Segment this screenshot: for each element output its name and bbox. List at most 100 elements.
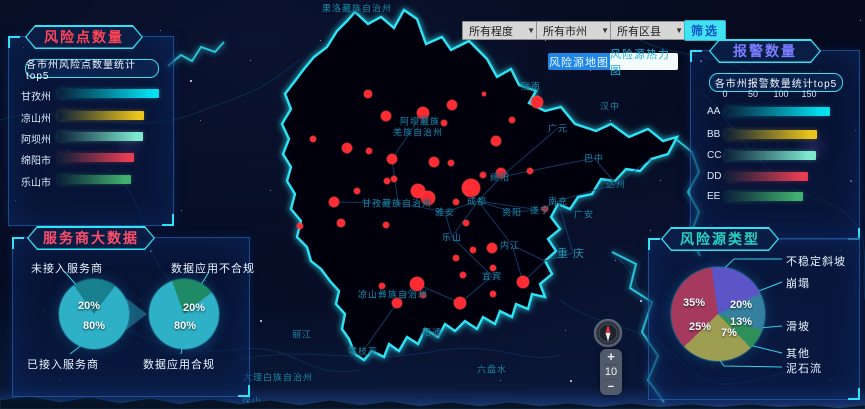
select-severity-value: 所有程度: [469, 23, 513, 39]
chevron-down-icon: ▼: [675, 26, 683, 35]
panel-alarms: 报警数量 各市州报警数量统计top5 AABBCCDDEE050100150: [690, 50, 860, 240]
panel-title: 报警数量: [733, 41, 797, 61]
bar: [725, 192, 803, 201]
risk-point-marker[interactable]: [447, 100, 457, 110]
risk-point-marker[interactable]: [462, 179, 480, 197]
panel-title: 服务商大数据: [43, 228, 139, 248]
chevron-down-icon: ▼: [527, 26, 535, 35]
legend-item: 滑坡: [786, 318, 810, 334]
select-county[interactable]: 所有区县 ▼: [610, 21, 688, 40]
panel-risk-points: 风险点数量 各市州风险点数量统计top5 甘孜州凉山州阿坝州绵阳市乐山市: [8, 36, 174, 226]
pie-percent: 35%: [683, 297, 705, 309]
risk-point-marker[interactable]: [454, 297, 466, 309]
risk-point-marker[interactable]: [410, 277, 424, 291]
risk-point-marker[interactable]: [527, 168, 533, 174]
pie-service-access[interactable]: [59, 279, 129, 349]
dashboard-root: 果洛藏族自治州陇南汉中广元巴中达州阿坝藏族羌族自治州绵阳成都南充遂宁广安资阳雅安…: [0, 0, 865, 409]
panel-title-badge: 风险源类型: [661, 227, 779, 251]
pie-percent: 20%: [730, 299, 752, 311]
pie-percent: 80%: [174, 320, 196, 332]
risk-point-marker[interactable]: [387, 154, 397, 164]
risk-point-marker[interactable]: [470, 247, 476, 253]
bar-label: 绵阳市: [21, 152, 51, 167]
risk-point-marker[interactable]: [496, 168, 506, 178]
filter-button[interactable]: 筛选: [684, 20, 726, 41]
risk-point-marker[interactable]: [448, 160, 454, 166]
zoom-in-button[interactable]: +: [600, 350, 622, 363]
risk-point-marker[interactable]: [337, 219, 345, 227]
bar: [725, 130, 817, 139]
risk-point-marker[interactable]: [310, 136, 316, 142]
panel-title: 风险源类型: [680, 229, 760, 249]
bar-label: 阿坝州: [21, 131, 51, 146]
zoom-level: 10: [600, 366, 622, 379]
risk-point-marker[interactable]: [531, 96, 543, 108]
risk-point-marker[interactable]: [453, 255, 459, 261]
risk-point-marker[interactable]: [480, 172, 486, 178]
bar: [58, 153, 134, 162]
axis-tick-label: 150: [801, 89, 816, 99]
risk-point-marker[interactable]: [420, 292, 426, 298]
risk-point-marker[interactable]: [392, 298, 402, 308]
pie-percent: 7%: [721, 327, 737, 339]
risk-point-marker[interactable]: [509, 117, 515, 123]
risk-point-marker[interactable]: [379, 283, 385, 289]
bar-label: 甘孜州: [21, 88, 51, 103]
panel-title-badge: 服务商大数据: [27, 226, 155, 250]
toggle-risk-heatmap[interactable]: 风险源热力图: [610, 53, 678, 70]
pie-label-compliant: 数据应用合规: [143, 356, 215, 372]
risk-point-marker[interactable]: [366, 148, 372, 154]
risk-point-marker[interactable]: [421, 191, 435, 205]
pie-percent: 20%: [78, 300, 100, 312]
risk-point-marker[interactable]: [391, 176, 397, 182]
bar: [58, 89, 159, 98]
pie-label-not-connected: 未接入服务商: [31, 260, 103, 276]
risk-point-marker[interactable]: [490, 291, 496, 297]
panel-title: 风险点数量: [44, 27, 124, 47]
axis-tick-label: 0: [722, 89, 727, 99]
bar-label: EE: [707, 191, 720, 202]
risk-point-marker[interactable]: [381, 111, 391, 121]
panel-title-badge: 风险点数量: [25, 25, 143, 49]
risk-point-marker[interactable]: [342, 143, 352, 153]
risk-point-marker[interactable]: [460, 272, 466, 278]
risk-point-marker[interactable]: [417, 107, 429, 119]
compass-icon[interactable]: [593, 318, 623, 348]
chart-subtitle: 各市州风险点数量统计top5: [25, 59, 159, 78]
pie-risk-types[interactable]: [671, 267, 765, 361]
select-city[interactable]: 所有市州 ▼: [536, 21, 614, 40]
risk-point-marker[interactable]: [487, 243, 497, 253]
chevron-down-icon: ▼: [601, 26, 609, 35]
bar: [725, 107, 830, 116]
pie-label-noncompliant: 数据应用不合规: [171, 260, 255, 276]
pie-data-compliance[interactable]: [149, 279, 219, 349]
risk-point-marker[interactable]: [383, 222, 389, 228]
bar-label: 乐山市: [21, 174, 51, 189]
risk-point-marker[interactable]: [463, 220, 469, 226]
bar-label: BB: [707, 129, 720, 140]
risk-point-marker[interactable]: [384, 178, 390, 184]
risk-point-marker[interactable]: [490, 265, 496, 271]
risk-point-marker[interactable]: [354, 188, 360, 194]
risk-point-marker[interactable]: [297, 223, 303, 229]
panel-service-bigdata: 服务商大数据 未接入服务商 数据应用不合规 已接入服务商 数据应用合规 20% …: [12, 237, 250, 397]
bar-label: DD: [707, 171, 721, 182]
risk-point-marker[interactable]: [542, 206, 548, 212]
legend-item: 泥石流: [786, 360, 822, 376]
toggle-risk-map[interactable]: 风险源地图: [548, 53, 610, 70]
risk-point-marker[interactable]: [329, 197, 339, 207]
risk-point-marker[interactable]: [364, 90, 372, 98]
risk-point-marker[interactable]: [429, 157, 439, 167]
zoom-out-button[interactable]: −: [600, 381, 622, 394]
risk-point-marker[interactable]: [441, 120, 447, 126]
pie-label-connected: 已接入服务商: [27, 356, 99, 372]
risk-point-marker[interactable]: [517, 276, 529, 288]
bar: [725, 151, 816, 160]
panel-risk-types: 风险源类型 20%13%7%25%35%不稳定斜坡崩塌滑坡其他泥石流: [648, 238, 860, 400]
axis-tick-label: 50: [748, 89, 758, 99]
bar-label: CC: [707, 150, 721, 161]
risk-point-marker[interactable]: [482, 92, 486, 96]
risk-point-marker[interactable]: [491, 136, 501, 146]
risk-point-marker[interactable]: [453, 199, 459, 205]
select-severity[interactable]: 所有程度 ▼: [462, 21, 540, 40]
